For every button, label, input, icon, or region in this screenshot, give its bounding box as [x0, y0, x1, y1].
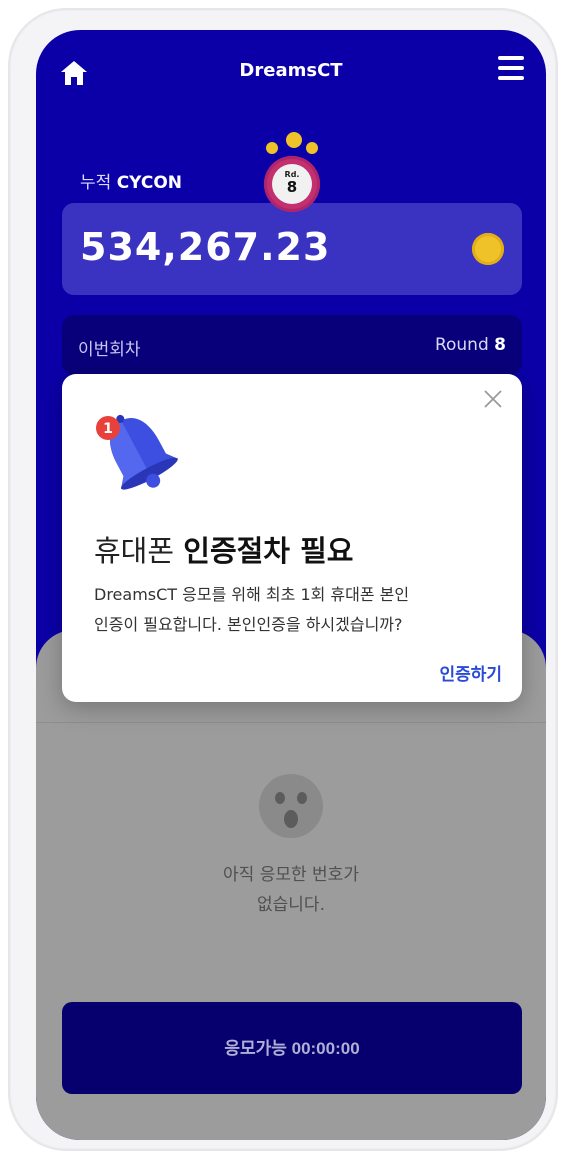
round-badge: Rd. 8 [264, 132, 320, 214]
coin-dots-icon [266, 132, 318, 156]
verify-button[interactable]: 인증하기 [439, 660, 502, 685]
current-round-label: 이번회차 [78, 340, 141, 360]
app-title: DreamsCT [239, 60, 343, 81]
token-name: CYCON [116, 173, 183, 193]
balance-card: 534,267.23 [62, 203, 522, 295]
apply-button[interactable]: 응모가능 00:00:00 [62, 1002, 522, 1094]
empty-state-text: 아직 응모한 번호가 없습니다. [223, 865, 359, 915]
app-header: DreamsCT [36, 30, 546, 116]
modal-message: DreamsCT 응모를 위해 최초 1회 휴대폰 본인 인증이 필요합니다. … [94, 585, 410, 634]
bell-icon: 1 [96, 414, 178, 490]
menu-icon[interactable] [498, 56, 524, 84]
balance-value: 534,267.23 [80, 225, 331, 269]
cumulative-label: 누적 CYCON [80, 173, 183, 193]
sheet-divider [36, 722, 546, 723]
notification-count: 1 [103, 421, 113, 437]
verification-modal: 1 휴대폰 인증절차 필요 DreamsCT 응모를 위해 최초 1회 휴대폰 … [62, 374, 522, 702]
round-seal-number: 8 [286, 178, 298, 196]
round-seal: Rd. 8 [264, 156, 320, 212]
current-round-value: Round 8 [434, 335, 506, 355]
entries-sheet: 아직 응모한 번호가 없습니다. 응모가능 00:00:00 [36, 630, 546, 1140]
close-icon[interactable] [482, 388, 504, 410]
modal-title: 휴대폰 인증절차 필요 [94, 534, 354, 568]
coin-icon [472, 233, 504, 265]
surprised-face-icon [259, 774, 323, 838]
current-round-card[interactable]: 이번회차 Round 8 [62, 315, 522, 375]
